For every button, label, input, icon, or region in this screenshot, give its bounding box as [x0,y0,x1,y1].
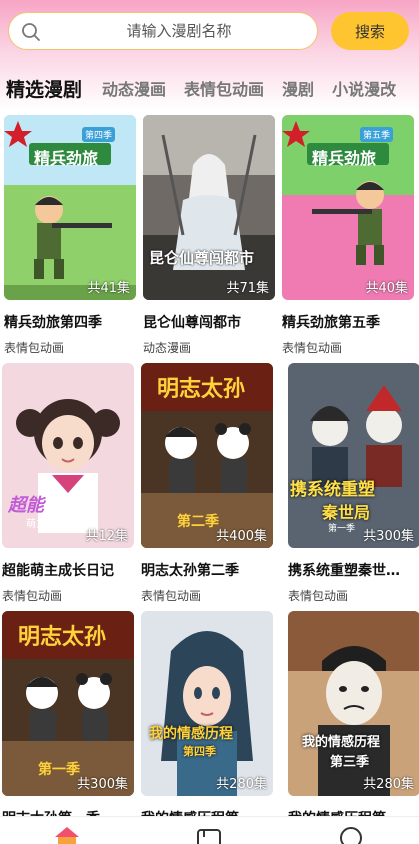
drama-card[interactable]: 明志太孙 第二季 共400集 明志太孙第二季 表情包动画 [141,363,273,604]
cover-title: 我的情感历程 [302,735,381,750]
soldier-cover-art [4,115,136,300]
search-button[interactable]: 搜索 [331,12,409,50]
category-tabs: 精选漫剧 动态漫画 表情包动画 漫剧 小说漫改 [0,70,419,106]
drama-cover[interactable]: 精兵劲旅 第五季 共40集 [282,115,414,300]
drama-category: 表情包动画 [141,589,202,603]
cover-title: 携系统重塑 [290,480,375,500]
drama-card[interactable]: 精兵劲旅 第五季 共40集 精兵劲旅第五季 表情包动画 [282,115,414,356]
cover-subtitle: 秦世局 [322,503,371,522]
search-box[interactable] [8,12,318,50]
cover-title: 精兵劲旅 [312,149,377,168]
season-badge: 第四季 [183,745,216,758]
drama-category: 表情包动画 [288,589,349,603]
episode-count: 共12集 [85,529,128,544]
drama-card[interactable]: 明志太孙 第一季 共300集 明志太孙第一季 [2,611,134,828]
drama-cover[interactable]: 昆仑仙尊闯都市 共71集 [143,115,275,300]
episode-count: 共41集 [87,281,130,296]
tab-comic-drama[interactable]: 漫剧 [282,76,314,100]
season-badge: 第三季 [330,755,370,770]
drama-category: 动态漫画 [143,341,192,355]
drama-cover[interactable]: 我的情感历程 第三季 共280集 [288,611,419,796]
drama-cover[interactable]: 携系统重塑 秦世局 第一季 共300集 [288,363,419,548]
drama-title[interactable]: 超能萌主成长日记 [2,560,134,580]
season-badge: 第一季 [328,524,356,534]
drama-card[interactable]: 昆仑仙尊闯都市 共71集 昆仑仙尊闯都市 动态漫画 [143,115,275,356]
cover-title: 我的情感历程 [149,726,233,742]
profile-icon[interactable] [337,825,365,844]
tab-featured[interactable]: 精选漫剧 [6,75,82,102]
drama-cover[interactable]: 明志太孙 第二季 共400集 [141,363,273,548]
episode-count: 共280集 [363,777,414,792]
drama-cover[interactable]: 明志太孙 第一季 共300集 [2,611,134,796]
wallet-icon[interactable] [195,825,223,844]
episode-count: 共300集 [77,777,128,792]
season-badge: 第二季 [177,514,219,530]
episode-count: 共400集 [216,529,267,544]
drama-card[interactable]: 我的情感历程 第四季 共280集 我的情感历程第… [141,611,273,828]
cover-title: 超能 [8,495,44,516]
drama-card[interactable]: 超能 萌主成长日记 共12集 超能萌主成长日记 表情包动画 [2,363,134,604]
cover-title: 精兵劲旅 [34,149,99,168]
episode-count: 共300集 [363,529,414,544]
drama-cover[interactable]: 我的情感历程 第四季 共280集 [141,611,273,796]
cover-subtitle: 萌主成长日记 [26,519,86,530]
immortal-cover-art [143,115,275,300]
tab-meme-animation[interactable]: 表情包动画 [184,76,264,100]
home-icon[interactable] [53,825,81,844]
woman-cover-art [141,611,273,796]
drama-cover[interactable]: 超能 萌主成长日记 共12集 [2,363,134,548]
drama-category: 表情包动画 [4,341,65,355]
season-badge: 第五季 [360,127,394,142]
drama-title[interactable]: 昆仑仙尊闯都市 [143,312,275,332]
drama-card[interactable]: 携系统重塑 秦世局 第一季 共300集 携系统重塑秦世… 表情包动画 [288,363,419,604]
season-badge: 第一季 [38,762,80,778]
soldier-cover-art [282,115,414,300]
drama-title[interactable]: 精兵劲旅第五季 [282,312,414,332]
drama-category: 表情包动画 [2,589,63,603]
drama-title[interactable]: 精兵劲旅第四季 [4,312,136,332]
episode-count: 共40集 [365,281,408,296]
episode-count: 共71集 [226,281,269,296]
bottom-navigation [0,816,419,844]
drama-cover[interactable]: 精兵劲旅 第四季 共41集 [4,115,136,300]
tab-novel-adaptation[interactable]: 小说漫改 [332,76,396,100]
drama-category: 表情包动画 [282,341,343,355]
season-badge: 第四季 [82,127,116,142]
cover-title: 昆仑仙尊闯都市 [149,249,255,267]
episode-count: 共280集 [216,777,267,792]
search-input[interactable] [49,20,309,42]
drama-card[interactable]: 我的情感历程 第三季 共280集 我的情感历程第… [288,611,419,828]
drama-title[interactable]: 携系统重塑秦世… [288,560,414,580]
cover-title: 明志太孙 [18,625,107,650]
search-icon [22,23,40,41]
drama-card[interactable]: 精兵劲旅 第四季 共41集 精兵劲旅第四季 表情包动画 [4,115,136,356]
drama-title[interactable]: 明志太孙第二季 [141,560,273,580]
cover-title: 明志太孙 [157,377,246,402]
tab-motion-comics[interactable]: 动态漫画 [102,76,166,100]
